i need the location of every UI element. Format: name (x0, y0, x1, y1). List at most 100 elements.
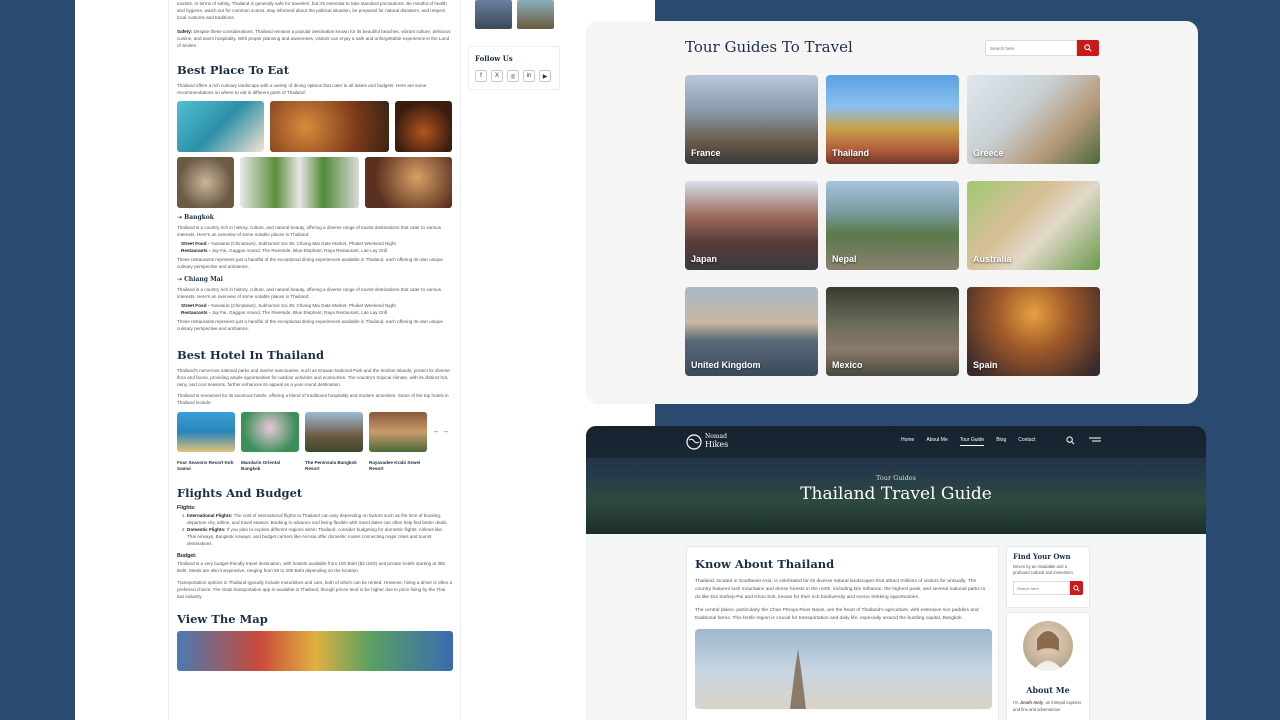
menu-item-blog[interactable]: Blog (996, 437, 1006, 446)
portrait-shape (1033, 631, 1063, 671)
find-search-button[interactable] (1070, 581, 1083, 595)
menu-item-about-me[interactable]: About Me (926, 437, 947, 446)
destination-tile-france[interactable]: France (685, 75, 818, 164)
social-icons: f X ◎ in ▶ (475, 70, 553, 82)
safety-paragraph: Safety: Despite these considerations, Th… (177, 28, 452, 49)
hotel-card[interactable]: Four Seasons Resort Koh Samui (177, 412, 235, 472)
flight-item-text: If you plan to explore different regions… (187, 527, 442, 546)
food-photo (177, 157, 235, 208)
hotel-name: Mandarin Oriental Bangkok (241, 460, 281, 471)
safety-label: Safety: (177, 29, 193, 34)
city-block-bangkok: ➝ Bangkok Thailand is a country rich in … (177, 214, 452, 270)
map-heading: View The Map (177, 612, 268, 626)
flights-heading: Flights And Budget (177, 486, 303, 500)
city-block-chiang-mai: ➝ Chiang Mai Thailand is a country rich … (177, 276, 452, 332)
intro-paragraph: tourists. In terms of safety, Thailand i… (177, 1, 447, 20)
flight-item-label: International Flights: (187, 513, 233, 518)
avatar (1023, 621, 1073, 671)
about-heading: About Me (1026, 685, 1070, 695)
hotel-card[interactable]: Rayavadee Krabi Sewei Resort (369, 412, 427, 472)
restaurants-text: Jay Fai, Gaggan Anand, The Riverside, Bl… (211, 310, 387, 315)
x-twitter-icon[interactable]: X (491, 70, 503, 82)
hero-title: Thailand Travel Guide (800, 484, 992, 504)
destination-grid: France Thailand Greece Japan Nepal Austr… (685, 75, 1100, 376)
about-me-widget: About Me I'm Jinath Amly, an intrepid ex… (1006, 612, 1090, 720)
destination-tile-united-kingdom[interactable]: United Kingdom (685, 287, 818, 376)
food-photo-row-1 (177, 101, 452, 152)
hamburger-menu-icon[interactable] (1089, 437, 1101, 445)
site-logo[interactable]: Nomad Hikes (686, 433, 728, 450)
street-food-text: Yaowarat (Chinatown), Sukhumvit Soi 38, … (210, 241, 396, 246)
find-search-bar (1013, 581, 1083, 595)
logo-text: Nomad Hikes (705, 433, 728, 450)
find-text: Driven by an insatiable and a profound c… (1013, 564, 1074, 575)
carousel-arrows[interactable]: ← → (433, 428, 449, 435)
restaurants-line: Restaurants - Jay Fai, Gaggan Anand, The… (177, 309, 452, 316)
hotel-card[interactable]: The Peninsula Bangkok Resort (305, 412, 363, 472)
transport-text: Transportation options in Thailand typic… (177, 580, 453, 599)
about-name: Jinath Amly (1019, 700, 1044, 705)
tour-search-button[interactable] (1077, 40, 1099, 56)
destination-tile-nepal[interactable]: Nepal (826, 181, 959, 270)
know-paragraph-1: Thailand, located in Southeast Asia, is … (695, 579, 986, 600)
hotel-photo (305, 412, 363, 452)
temple-spire-shape (790, 648, 806, 709)
find-search-input[interactable] (1013, 581, 1070, 595)
globe-icon (686, 433, 702, 450)
hotel-photo (177, 412, 235, 452)
top-navigation: Nomad Hikes Home About Me Tour Guide Blog… (586, 426, 1206, 458)
destination-tile-mexico[interactable]: Mexico (826, 287, 959, 376)
city-desc: Thailand is a country rich in history, c… (177, 225, 442, 237)
menu-item-contact[interactable]: Contact (1018, 437, 1035, 446)
destination-tile-japan[interactable]: Japan (685, 181, 818, 270)
street-food-line: Street Food - Yaowarat (Chinatown), Sukh… (177, 302, 452, 309)
destination-tile-australia[interactable]: Australia (967, 181, 1100, 270)
city-outro: These restaurants represent just a handf… (177, 257, 443, 269)
search-icon[interactable] (1066, 436, 1075, 445)
article-column: tourists. In terms of safety, Thailand i… (168, 0, 461, 720)
destination-label: Thailand (832, 148, 870, 158)
destination-label: France (691, 148, 721, 158)
city-desc: Thailand is a country rich in history, c… (177, 287, 442, 299)
about-text-prefix: I'm (1013, 700, 1020, 705)
hero-subtitle: Tour Guides (876, 474, 916, 482)
sidebar-thumbnails (475, 0, 555, 34)
food-photo (240, 157, 359, 208)
temple-photo (695, 628, 992, 709)
map-image[interactable] (177, 631, 453, 671)
hotel-name: Rayavadee Krabi Sewei Resort (369, 460, 421, 471)
linkedin-icon[interactable]: in (523, 70, 535, 82)
eat-heading: Best Place To Eat (177, 63, 290, 77)
food-photo (364, 157, 452, 208)
street-food-label: Street Food - (181, 241, 210, 246)
instagram-icon[interactable]: ◎ (507, 70, 519, 82)
city-heading: ➝ Chiang Mai (177, 276, 223, 283)
destination-label: United Kingdom (691, 360, 761, 370)
menu-item-home[interactable]: Home (901, 437, 914, 446)
facebook-icon[interactable]: f (475, 70, 487, 82)
restaurants-label: Restaurants - (181, 248, 211, 253)
thumbnail-photo[interactable] (475, 0, 512, 29)
find-heading: Find Your Own (1013, 552, 1071, 561)
tour-guides-title: Tour Guides To Travel (685, 38, 853, 56)
destination-label: Mexico (832, 360, 863, 370)
destination-tile-spain[interactable]: Spain (967, 287, 1100, 376)
menu-item-tour-guide[interactable]: Tour Guide (959, 437, 985, 446)
city-outro: These restaurants represent just a handf… (177, 319, 443, 331)
city-name: Chiang Mai (184, 276, 223, 283)
destination-tile-thailand[interactable]: Thailand (826, 75, 959, 164)
about-text: I'm Jinath Amly, an intrepid explorer an… (1013, 699, 1083, 713)
know-paragraph-2: The central plains, particularly the Cha… (695, 608, 979, 622)
tour-search-input[interactable] (985, 40, 1077, 56)
youtube-icon[interactable]: ▶ (539, 70, 551, 82)
find-your-own-widget: Find Your Own Driven by an insatiable an… (1006, 546, 1090, 608)
hotel-name: The Peninsula Bangkok Resort (305, 460, 357, 471)
restaurants-line: Restaurants - Jay Fai, Gaggan Anand, The… (177, 247, 452, 254)
food-photo (394, 101, 452, 152)
destination-tile-greece[interactable]: Greece (967, 75, 1100, 164)
safety-text: Despite these considerations, Thailand r… (177, 29, 451, 48)
street-food-text: Yaowarat (Chinatown), Sukhumvit Soi 38, … (210, 303, 396, 308)
hotel-card[interactable]: Mandarin Oriental Bangkok (241, 412, 299, 472)
search-icon (1073, 584, 1080, 592)
thumbnail-photo[interactable] (517, 0, 554, 29)
